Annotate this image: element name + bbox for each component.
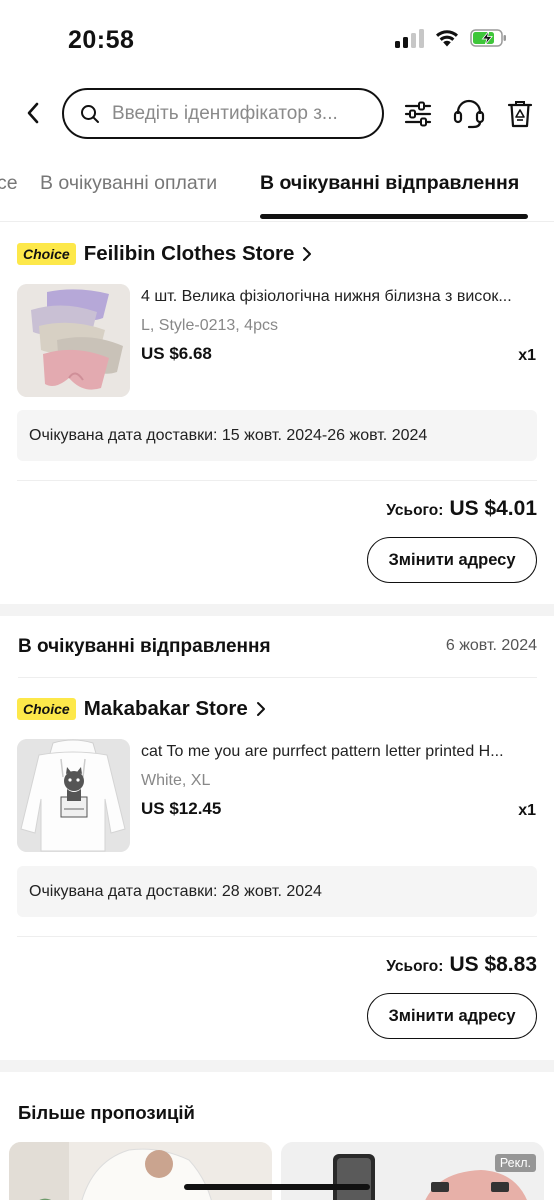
support-button[interactable] <box>452 97 486 131</box>
store-name: Makabakar Store <box>83 697 248 720</box>
hoodie-product-image <box>17 739 130 852</box>
chevron-left-icon <box>27 102 39 124</box>
store-link[interactable]: Choice Makabakar Store <box>17 696 266 722</box>
recommendation-card[interactable]: Рекл. <box>281 1142 544 1200</box>
store-name: Feilibin Clothes Store <box>83 242 295 265</box>
product-price: US $12.45 <box>141 799 222 818</box>
back-button[interactable] <box>16 96 50 130</box>
order-status: В очікуванні відправлення <box>18 636 271 657</box>
status-bar: 20:58 <box>0 0 554 80</box>
order-status-row: В очікуванні відправлення 6 жовт. 2024 <box>18 616 537 678</box>
order-total: Усього: US $4.01 <box>386 497 537 521</box>
underwear-product-image <box>17 284 130 397</box>
choice-badge: Choice <box>17 698 76 720</box>
chevron-right-icon <box>256 701 266 717</box>
order-total: Усього: US $8.83 <box>386 953 537 977</box>
status-icons <box>395 28 508 48</box>
section-separator <box>0 604 554 616</box>
divider <box>17 480 537 481</box>
total-value: US $4.01 <box>449 497 537 520</box>
product-quantity: x1 <box>518 347 536 364</box>
active-tab-indicator <box>260 214 528 219</box>
store-link[interactable]: Choice Feilibin Clothes Store <box>17 241 312 267</box>
status-time: 20:58 <box>68 26 135 54</box>
cellular-signal-icon <box>395 28 424 48</box>
search-box[interactable] <box>62 88 384 139</box>
more-offers-title: Більше пропозицій <box>18 1102 195 1123</box>
delivery-estimate: Очікувана дата доставки: 28 жовт. 2024 <box>17 866 537 917</box>
filter-sliders-icon <box>404 101 432 127</box>
choice-badge: Choice <box>17 243 76 265</box>
tab-partial[interactable]: се <box>0 172 18 195</box>
chevron-right-icon <box>302 246 312 262</box>
change-address-button[interactable]: Змінити адресу <box>367 993 537 1039</box>
delivery-estimate: Очікувана дата доставки: 15 жовт. 2024-2… <box>17 410 537 461</box>
home-indicator <box>184 1184 370 1190</box>
total-label: Усього: <box>386 958 444 975</box>
tab-awaiting-shipment[interactable]: В очікуванні відправлення <box>260 172 519 195</box>
trash-icon <box>507 101 533 128</box>
delete-button[interactable] <box>503 97 537 131</box>
product-quantity: x1 <box>518 802 536 819</box>
product-image[interactable] <box>17 739 130 852</box>
search-input[interactable] <box>112 102 362 125</box>
section-separator <box>0 1060 554 1072</box>
ad-badge: Рекл. <box>494 1154 536 1172</box>
total-label: Усього: <box>386 502 444 519</box>
product-variant: White, XL <box>141 772 211 789</box>
filter-button[interactable] <box>401 97 435 131</box>
blouse-product-image <box>9 1142 272 1200</box>
header <box>0 88 554 140</box>
change-address-button[interactable]: Змінити адресу <box>367 537 537 583</box>
product-price: US $6.68 <box>141 344 212 363</box>
tab-awaiting-payment[interactable]: В очікуванні оплати <box>40 172 217 195</box>
order-date: 6 жовт. 2024 <box>445 637 537 654</box>
headset-icon <box>453 99 485 129</box>
search-icon <box>81 104 99 123</box>
product-variant: L, Style-0213, 4pcs <box>141 317 278 334</box>
product-title[interactable]: 4 шт. Велика фізіологічна нижня білизна … <box>141 288 537 306</box>
product-title[interactable]: cat To me you are purrfect pattern lette… <box>141 743 537 761</box>
order-tabs: се В очікуванні оплати В очікуванні відп… <box>0 160 554 222</box>
product-image[interactable] <box>17 284 130 397</box>
recommendation-card[interactable] <box>9 1142 272 1200</box>
divider <box>17 936 537 937</box>
wifi-icon <box>436 30 458 47</box>
total-value: US $8.83 <box>449 953 537 976</box>
battery-charging-icon <box>470 29 506 47</box>
